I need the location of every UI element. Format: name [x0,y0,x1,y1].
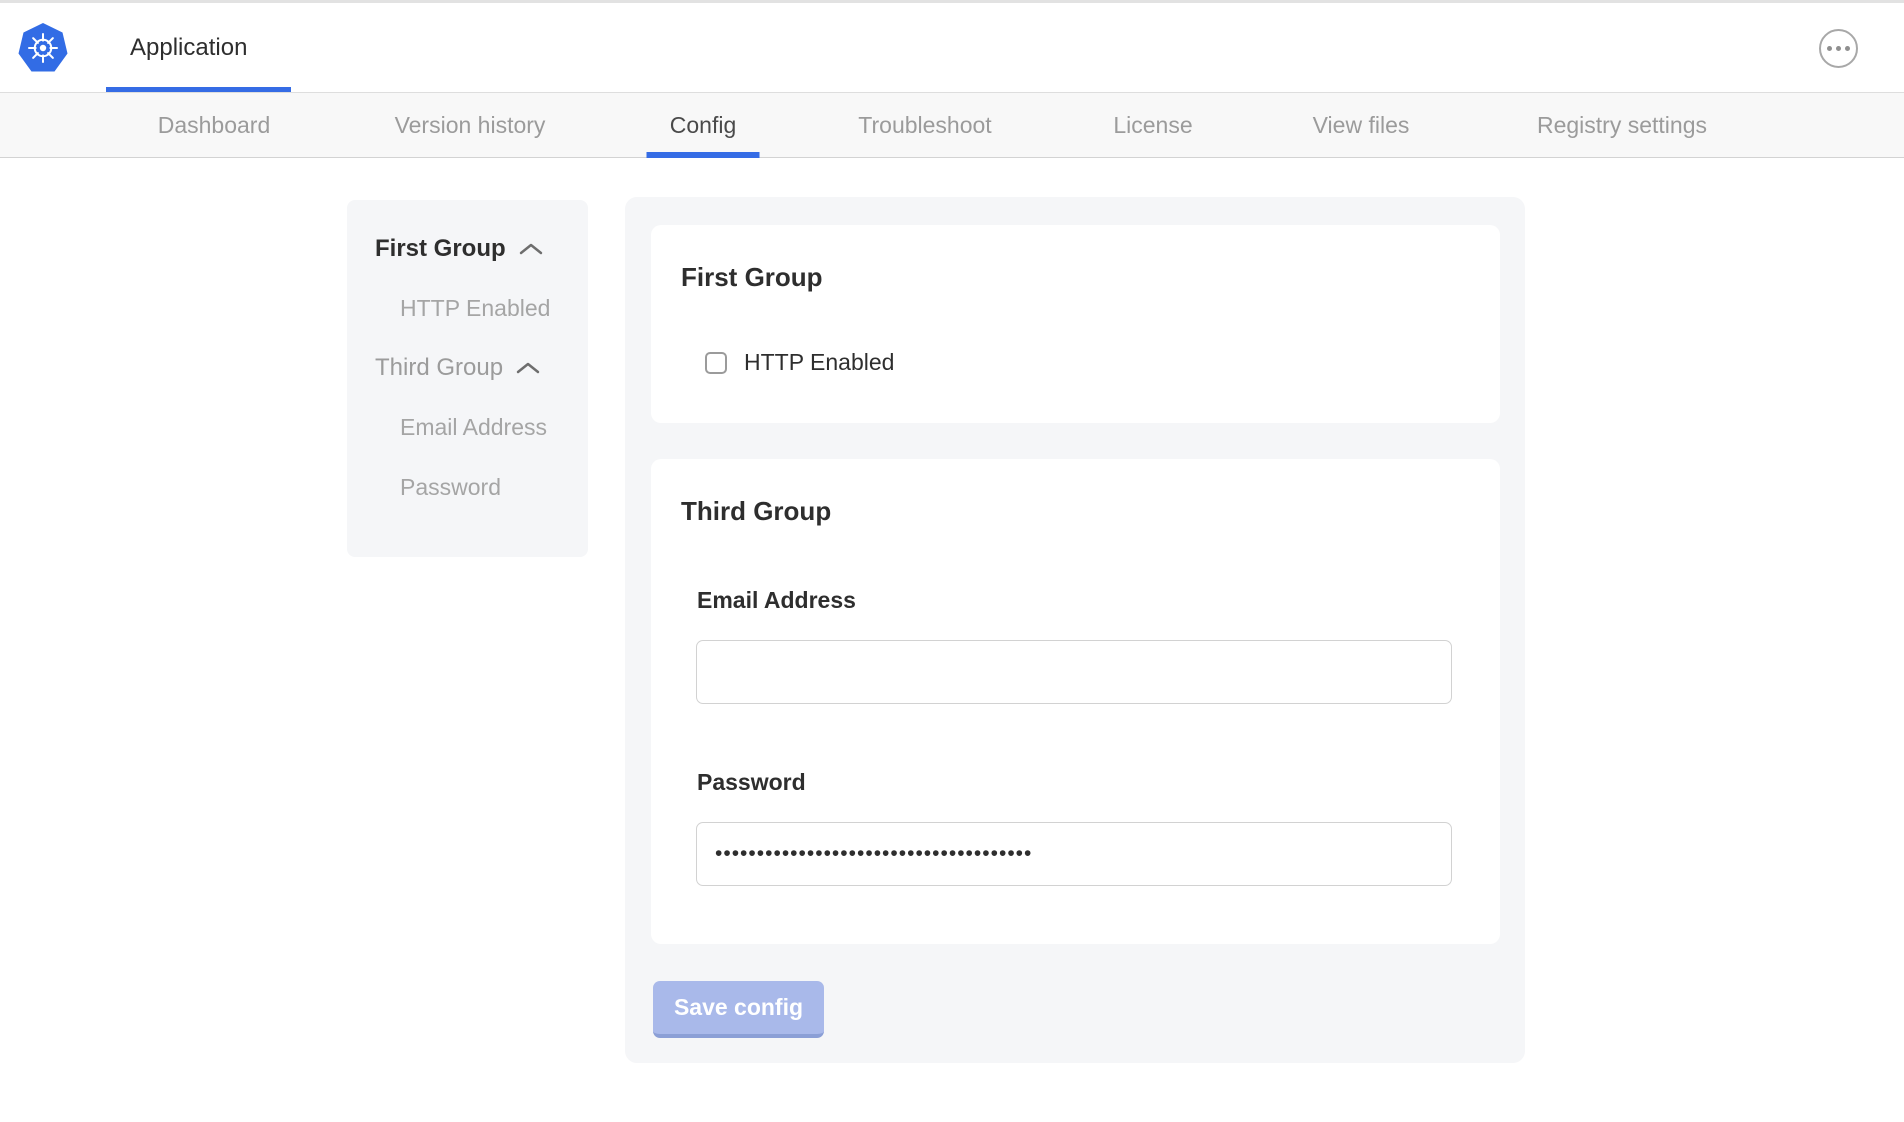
http-enabled-label: HTTP Enabled [744,349,894,376]
config-panel: First Group HTTP Enabled Third Group Ema… [625,197,1525,1063]
helm-wheel-icon [27,32,59,64]
tab-view-files[interactable]: View files [1313,93,1410,158]
app-tab-application[interactable]: Application [130,3,247,93]
ellipsis-dot [1836,46,1841,51]
app-nav-bar: Dashboard Version history Config Trouble… [0,93,1904,158]
email-address-label: Email Address [697,586,1500,614]
email-address-input[interactable] [696,640,1452,704]
http-enabled-checkbox[interactable] [705,352,727,374]
config-group-card-third: Third Group Email Address Password [651,459,1500,944]
tab-config-active-underline [647,152,760,158]
top-bar: Application [0,3,1904,93]
tab-registry-settings[interactable]: Registry settings [1537,93,1707,158]
save-config-button[interactable]: Save config [653,981,824,1038]
ellipsis-dot [1827,46,1832,51]
sidebar-item-password[interactable]: Password [375,472,588,502]
ellipsis-menu-button[interactable] [1819,29,1858,68]
sidebar-item-first-group[interactable]: First Group [375,234,588,264]
app-tab-active-underline [106,87,291,92]
chevron-up-icon[interactable] [515,361,541,375]
group-title-first: First Group [681,261,1500,293]
sidebar-item-http-enabled[interactable]: HTTP Enabled [375,293,588,323]
ellipsis-dot [1845,46,1850,51]
kubernetes-logo-icon [18,23,68,73]
http-enabled-field[interactable]: HTTP Enabled [705,349,1500,376]
tab-version-history[interactable]: Version history [395,93,546,158]
sidebar-item-third-group[interactable]: Third Group [375,353,588,383]
group-title-third: Third Group [681,495,1500,527]
sidebar-item-label: First Group [375,235,506,263]
chevron-up-icon[interactable] [518,242,544,256]
tab-dashboard[interactable]: Dashboard [158,93,271,158]
sidebar-item-email-address[interactable]: Email Address [375,412,588,442]
password-label: Password [697,768,1500,796]
tab-troubleshoot[interactable]: Troubleshoot [858,93,991,158]
config-groups-sidebar: First Group HTTP Enabled Third Group Ema… [347,200,588,557]
sidebar-item-label: Third Group [375,354,503,382]
password-input[interactable] [696,822,1452,886]
tab-config[interactable]: Config [670,93,736,158]
tab-license[interactable]: License [1113,93,1192,158]
config-group-card-first: First Group HTTP Enabled [651,225,1500,423]
